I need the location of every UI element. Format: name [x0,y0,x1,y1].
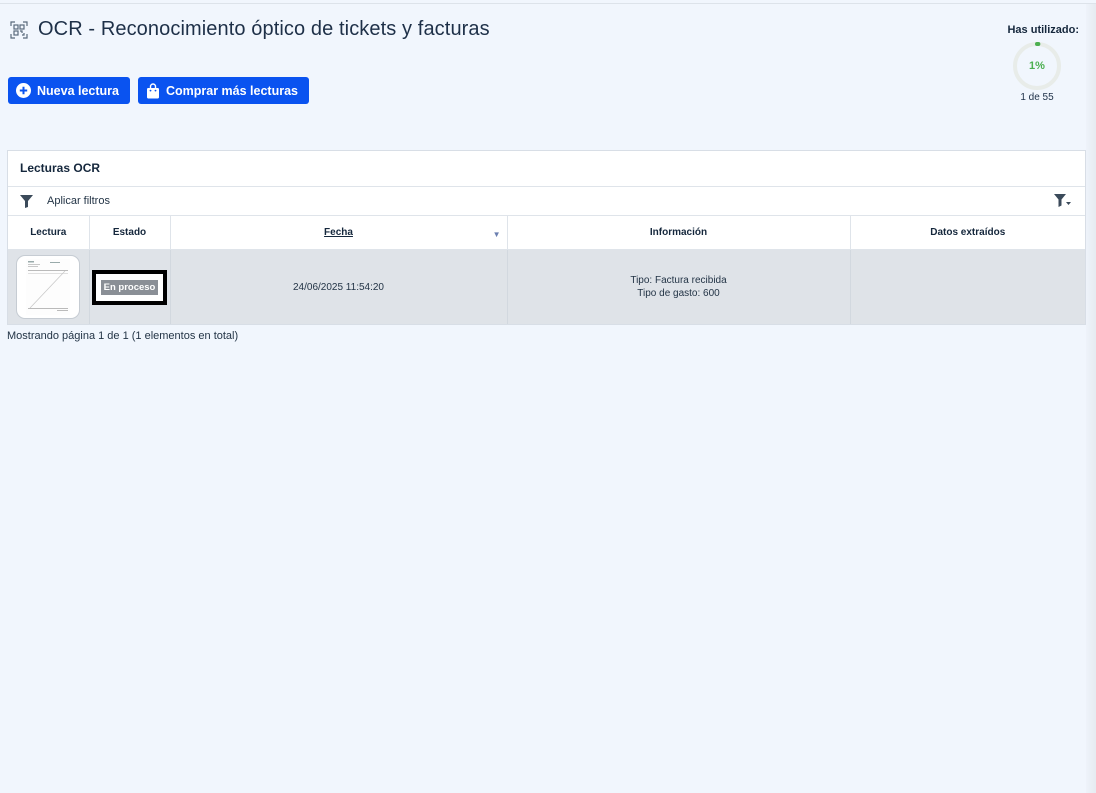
cell-lectura [8,249,90,324]
pagination-text: Mostrando página 1 de 1 (1 elementos en … [7,330,239,342]
invoice-preview-icon [26,259,71,315]
column-header-fecha[interactable]: Fecha ▼ [170,216,508,250]
status-highlight: En proceso [91,269,168,305]
sort-fecha-link[interactable]: Fecha [324,227,353,238]
top-divider [0,3,1096,4]
page-header: OCR - Reconocimiento óptico de tickets y… [10,18,490,41]
buy-more-button[interactable]: Comprar más lecturas [137,77,309,104]
usage-gauge: 1% [1011,40,1063,92]
plus-circle-icon [16,83,31,98]
buy-more-label: Comprar más lecturas [165,83,298,98]
usage-widget: Has utilizado: 1% 1 de 55 [997,24,1079,103]
column-header-lectura: Lectura [8,216,90,250]
table-header-row: Lectura Estado Fecha ▼ Información Datos… [8,216,1085,250]
usage-label: Has utilizado: [1007,24,1079,36]
status-badge: En proceso [100,279,159,295]
apply-filters-label[interactable]: Aplicar filtros [47,195,110,207]
column-header-informacion: Información [507,216,851,250]
filter-options-icon[interactable] [1054,194,1071,207]
cell-estado: En proceso [89,249,171,324]
info-tipo: Tipo: Factura recibida [630,275,727,286]
usage-count: 1 de 55 [1020,92,1054,103]
qr-scan-icon [10,20,28,39]
panel-title: Lecturas OCR [8,151,1085,187]
new-reading-button[interactable]: Nueva lectura [8,77,130,104]
page-title: OCR - Reconocimiento óptico de tickets y… [38,18,490,40]
column-header-datos-extraidos: Datos extraídos [850,216,1085,250]
filter-bar[interactable]: Aplicar filtros [8,187,1085,216]
cell-datos-extraidos [850,249,1085,324]
filter-icon [20,194,33,208]
cell-fecha: 24/06/2025 11:54:20 [170,249,508,324]
sort-desc-icon[interactable]: ▼ [493,230,501,239]
new-reading-label: Nueva lectura [37,83,119,98]
info-tipo-gasto: Tipo de gasto: 600 [637,288,720,299]
ocr-readings-panel: Lecturas OCR Aplicar filtros Lectura Est… [7,150,1086,325]
scrollbar-track[interactable] [1086,4,1096,793]
column-header-estado: Estado [89,216,171,250]
action-buttons: Nueva lectura Comprar más lecturas [8,77,309,104]
document-thumbnail[interactable] [16,255,81,319]
table-row[interactable]: En proceso 24/06/2025 11:54:20 Tipo: Fac… [8,249,1085,324]
shopping-bag-icon [146,82,159,98]
readings-table: Lectura Estado Fecha ▼ Información Datos… [8,216,1085,324]
usage-percent: 1% [1029,60,1045,72]
cell-informacion: Tipo: Factura recibida Tipo de gasto: 60… [507,249,851,324]
